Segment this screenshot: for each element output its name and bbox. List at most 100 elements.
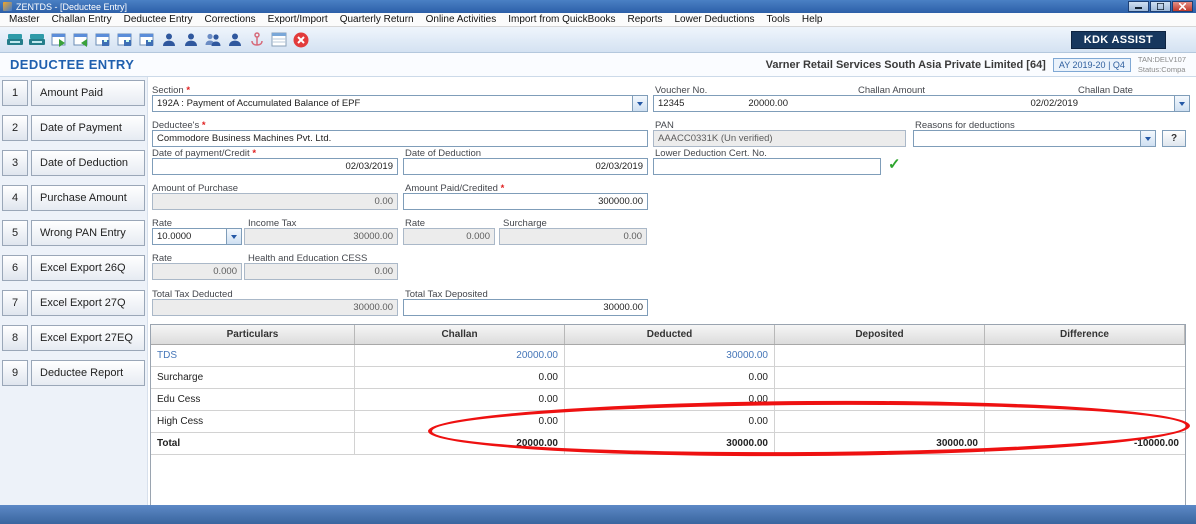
person-icon[interactable]: [158, 29, 179, 51]
window-disk-icon[interactable]: [92, 29, 113, 51]
sidebar: 1 Amount Paid 2 Date of Payment 3 Date of D…: [0, 77, 148, 505]
sidebar-item-amount-paid[interactable]: 1 Amount Paid: [2, 80, 145, 106]
window-title: ZENTDS - [Deductee Entry]: [16, 1, 128, 12]
menu-item-master[interactable]: Master: [4, 14, 45, 25]
cell-difference: [985, 345, 1185, 366]
exit-icon[interactable]: [290, 29, 311, 51]
maximize-button[interactable]: [1150, 1, 1171, 12]
machine-icon[interactable]: [4, 29, 25, 51]
sidebar-item-purchase-amount[interactable]: 4 Purchase Amount: [2, 185, 145, 211]
person-icon-2[interactable]: [180, 29, 201, 51]
cell-particulars: Total: [151, 433, 355, 454]
cell-challan: 20000.00: [355, 433, 565, 454]
chevron-down-icon[interactable]: [632, 96, 647, 111]
menu-item-export-import[interactable]: Export/Import: [263, 14, 333, 25]
cell-difference: -10000.00: [1133, 438, 1179, 449]
menu-item-online-activities[interactable]: Online Activities: [421, 14, 502, 25]
date-of-payment-input[interactable]: 02/03/2019: [152, 158, 398, 175]
cell-deducted: 0.00: [565, 411, 775, 432]
challan-select[interactable]: 12345 20000.00 02/02/2019: [653, 95, 1190, 112]
total-tax-deposited-input[interactable]: 30000.00: [403, 299, 648, 316]
table-row-tds[interactable]: TDS 20000.00 30000.00: [151, 345, 1185, 367]
cess-field: 0.00: [244, 263, 398, 280]
table-row-high-cess[interactable]: High Cess 0.00 0.00: [151, 411, 1185, 433]
status-text: Status:Compa: [1137, 64, 1186, 74]
chevron-down-icon[interactable]: [226, 229, 241, 244]
window-disk-icon-3[interactable]: [136, 29, 157, 51]
assessment-period-badge: AY 2019-20 | Q4: [1052, 57, 1131, 72]
window-arrow-icon-2[interactable]: [70, 29, 91, 51]
col-header-challan: Challan: [355, 325, 565, 344]
cell-deducted: 0.00: [565, 389, 775, 410]
item-number: 7: [2, 290, 28, 316]
reasons-select[interactable]: [913, 130, 1156, 147]
window-bottom-frame: [0, 505, 1196, 524]
person-icon-3[interactable]: [224, 29, 245, 51]
item-number: 3: [2, 150, 28, 176]
section-select[interactable]: 192A : Payment of Accumulated Balance of…: [152, 95, 648, 112]
sidebar-item-excel-export-27eq[interactable]: 8 Excel Export 27EQ: [2, 325, 145, 351]
app-icon: [3, 2, 12, 11]
cell-difference: [985, 367, 1185, 388]
menu-item-quarterly-return[interactable]: Quarterly Return: [335, 14, 419, 25]
menu-item-challan-entry[interactable]: Challan Entry: [47, 14, 117, 25]
date-of-deduction-input[interactable]: 02/03/2019: [403, 158, 648, 175]
amount-of-purchase-field[interactable]: 0.00: [152, 193, 398, 210]
sidebar-item-excel-export-26q[interactable]: 6 Excel Export 26Q: [2, 255, 145, 281]
sidebar-item-date-of-deduction[interactable]: 3 Date of Deduction: [2, 150, 145, 176]
item-number: 5: [2, 220, 28, 246]
sidebar-item-deductee-report[interactable]: 9 Deductee Report: [2, 360, 145, 386]
col-header-deducted: Deducted: [565, 325, 775, 344]
window-disk-icon-2[interactable]: [114, 29, 135, 51]
summary-table: Particulars Challan Deducted Deposited D…: [150, 324, 1186, 505]
machine-icon-2[interactable]: [26, 29, 47, 51]
menu-item-corrections[interactable]: Corrections: [200, 14, 261, 25]
table-row-surcharge[interactable]: Surcharge 0.00 0.00: [151, 367, 1185, 389]
col-header-difference: Difference: [985, 325, 1185, 344]
menu-item-reports[interactable]: Reports: [622, 14, 667, 25]
close-button[interactable]: [1172, 1, 1193, 12]
chevron-down-icon[interactable]: [1174, 96, 1189, 111]
item-number: 4: [2, 185, 28, 211]
sidebar-item-date-of-payment[interactable]: 2 Date of Payment: [2, 115, 145, 141]
cell-particulars: TDS: [151, 345, 355, 366]
menu-item-lower-deductions[interactable]: Lower Deductions: [670, 14, 760, 25]
lower-deduction-cert-input[interactable]: [653, 158, 881, 175]
chevron-down-icon[interactable]: [1140, 131, 1155, 146]
sidebar-item-wrong-pan-entry[interactable]: 5 Wrong PAN Entry: [2, 220, 145, 246]
deductee-name-input[interactable]: Commodore Business Machines Pvt. Ltd.: [152, 130, 648, 147]
table-row-edu-cess[interactable]: Edu Cess 0.00 0.00: [151, 389, 1185, 411]
tan-text: TAN:DELV107: [1137, 55, 1186, 65]
tan-status-block: TAN:DELV107 Status:Compa: [1138, 55, 1186, 74]
item-label: Date of Deduction: [31, 150, 145, 176]
menu-item-deductee-entry[interactable]: Deductee Entry: [119, 14, 198, 25]
cell-challan: 20000.00: [355, 345, 565, 366]
menu-item-import-from-quickbooks[interactable]: Import from QuickBooks: [503, 14, 620, 25]
col-header-deposited: Deposited: [775, 325, 985, 344]
cell-particulars: High Cess: [151, 411, 355, 432]
kdk-assist-button[interactable]: KDK ASSIST: [1070, 30, 1166, 49]
cell-difference: [985, 389, 1185, 410]
sidebar-item-excel-export-27q[interactable]: 7 Excel Export 27Q: [2, 290, 145, 316]
anchor-icon[interactable]: [246, 29, 267, 51]
item-number: 2: [2, 115, 28, 141]
cell-deducted: 30000.00: [565, 345, 775, 366]
window-arrow-icon[interactable]: [48, 29, 69, 51]
minimize-button[interactable]: [1128, 1, 1149, 12]
item-number: 9: [2, 360, 28, 386]
menu-item-tools[interactable]: Tools: [762, 14, 795, 25]
amount-paid-input[interactable]: 300000.00: [403, 193, 648, 210]
toolbar: KDK ASSIST: [0, 27, 1196, 53]
page-title: DEDUCTEE ENTRY: [10, 57, 135, 72]
tds-rate-select[interactable]: 10.0000: [152, 228, 242, 245]
cell-particulars: Edu Cess: [151, 389, 355, 410]
cess-rate-field: 0.000: [152, 263, 242, 280]
title-bar: ZENTDS - [Deductee Entry]: [0, 0, 1196, 13]
menu-item-help[interactable]: Help: [797, 14, 828, 25]
reason-help-button[interactable]: ?: [1162, 130, 1186, 147]
table-row-total[interactable]: Total 20000.00 30000.00 30000.00 -10000.…: [151, 433, 1185, 455]
cell-deposited: [775, 367, 985, 388]
person-group-icon[interactable]: [202, 29, 223, 51]
cell-deposited: [775, 389, 985, 410]
form-grid-icon[interactable]: [268, 29, 289, 51]
